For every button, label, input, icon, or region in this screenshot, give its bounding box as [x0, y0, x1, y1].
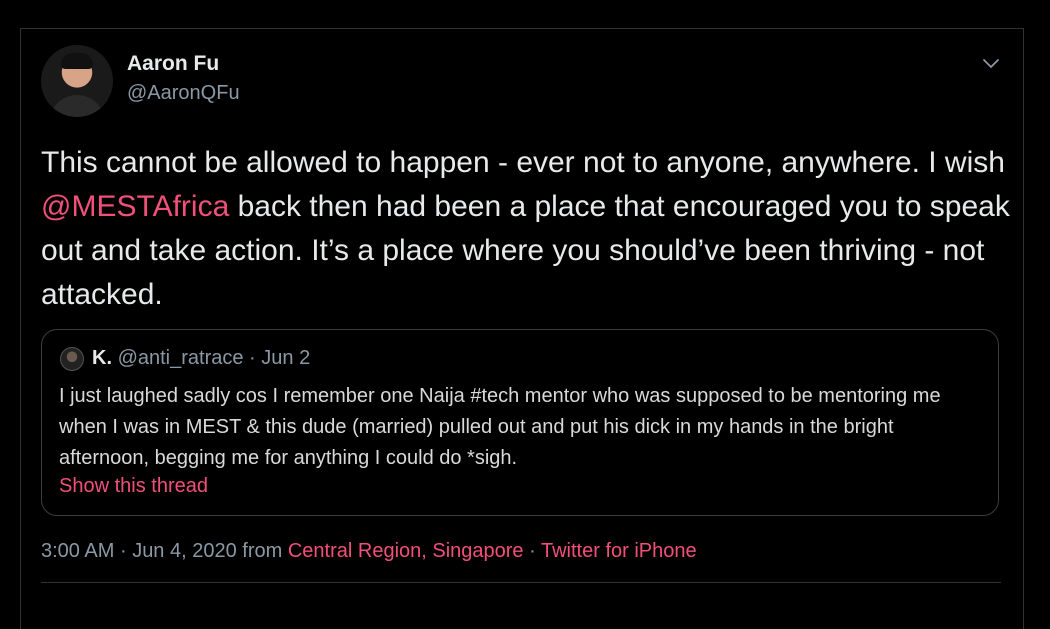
- author-avatar[interactable]: [41, 45, 113, 117]
- quoted-author-handle: @anti_ratrace: [117, 347, 244, 369]
- avatar-hair: [61, 53, 93, 69]
- meta-separator-2: ·: [529, 540, 536, 562]
- meta-separator-1: ·: [119, 540, 127, 562]
- author-name[interactable]: Aaron Fu: [127, 52, 219, 76]
- tweet-text-before: This cannot be allowed to happen - ever …: [41, 146, 1005, 179]
- tweet-date[interactable]: Jun 4, 2020: [132, 540, 237, 562]
- quoted-tweet-header: K. @anti_ratrace · Jun 2: [92, 347, 310, 370]
- tweet-time[interactable]: 3:00 AM: [41, 540, 114, 562]
- mention-link[interactable]: @MESTAfrica: [41, 190, 229, 223]
- show-thread-link[interactable]: Show this thread: [59, 475, 208, 498]
- quoted-author-name: K.: [92, 347, 112, 369]
- chevron-down-icon[interactable]: [981, 53, 1001, 73]
- author-handle[interactable]: @AaronQFu: [127, 82, 240, 105]
- divider: [41, 582, 1001, 583]
- location-link[interactable]: Central Region, Singapore: [288, 540, 524, 562]
- tweet-text: This cannot be allowed to happen - ever …: [41, 141, 1011, 317]
- source-link[interactable]: Twitter for iPhone: [541, 540, 697, 562]
- quoted-tweet[interactable]: K. @anti_ratrace · Jun 2 I just laughed …: [41, 329, 999, 516]
- tweet-meta: 3:00 AM · Jun 4, 2020 from Central Regio…: [41, 540, 697, 563]
- quoted-author-avatar: [60, 347, 84, 371]
- tweet-container: Aaron Fu @AaronQFu This cannot be allowe…: [20, 28, 1024, 629]
- quoted-separator: ·: [249, 347, 256, 369]
- quoted-tweet-text: I just laughed sadly cos I remember one …: [59, 385, 941, 469]
- avatar-shirt: [49, 95, 105, 117]
- quoted-date: Jun 2: [261, 347, 311, 369]
- meta-from: from: [242, 540, 283, 562]
